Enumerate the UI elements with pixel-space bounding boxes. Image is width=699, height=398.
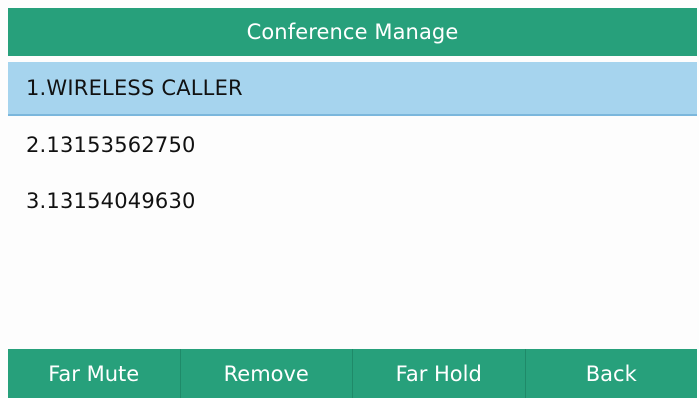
softkey-bar: Far Mute Remove Far Hold Back bbox=[8, 349, 697, 398]
far-mute-button[interactable]: Far Mute bbox=[8, 349, 181, 398]
softkey-label: Remove bbox=[223, 361, 309, 386]
list-item-label: 1.WIRELESS CALLER bbox=[26, 76, 243, 100]
participant-list: 1.WIRELESS CALLER 2.13153562750 3.131540… bbox=[8, 62, 697, 344]
back-button[interactable]: Back bbox=[526, 349, 698, 398]
softkey-label: Far Mute bbox=[48, 361, 140, 386]
list-item-participant-3[interactable]: 3.13154049630 bbox=[8, 174, 697, 228]
list-item-label: 2.13153562750 bbox=[26, 133, 196, 157]
softkey-label: Far Hold bbox=[395, 361, 482, 386]
list-item-participant-1[interactable]: 1.WIRELESS CALLER bbox=[8, 62, 697, 116]
list-item-label: 3.13154049630 bbox=[26, 189, 196, 213]
title-bar: Conference Manage bbox=[8, 8, 697, 56]
far-hold-button[interactable]: Far Hold bbox=[353, 349, 526, 398]
page-title: Conference Manage bbox=[246, 20, 459, 44]
phone-screen: Conference Manage 1.WIRELESS CALLER 2.13… bbox=[0, 0, 699, 398]
softkey-label: Back bbox=[585, 361, 637, 386]
remove-button[interactable]: Remove bbox=[181, 349, 353, 398]
list-item-participant-2[interactable]: 2.13153562750 bbox=[8, 118, 697, 172]
